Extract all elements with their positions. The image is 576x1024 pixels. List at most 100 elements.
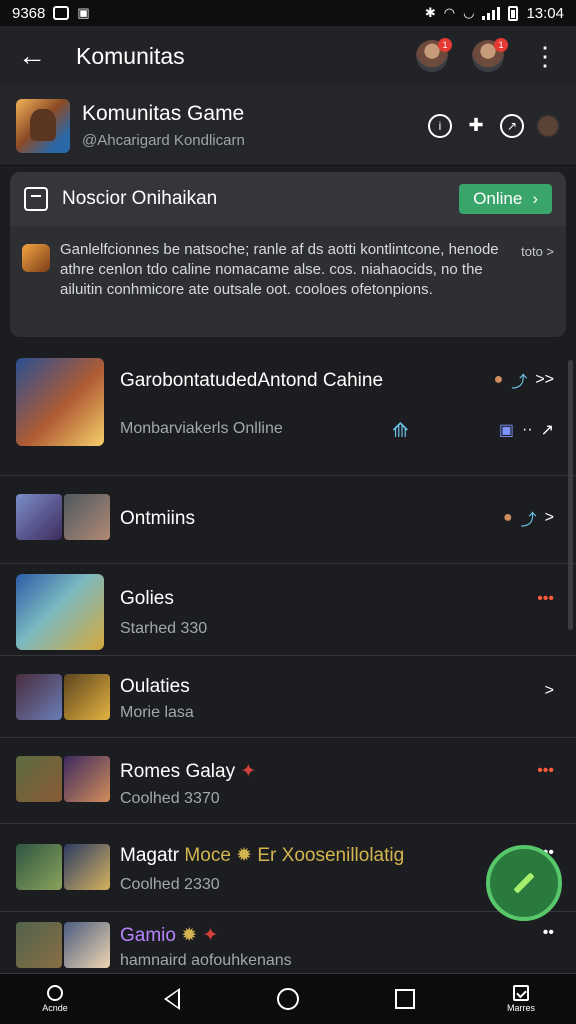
online-button-label: Online bbox=[473, 189, 523, 208]
tag-icon: ⟰ bbox=[392, 420, 409, 442]
list-item-title-suffix: Er Xoosenillolatig bbox=[257, 845, 405, 866]
list-item-title: Magatr Moce ✹ Er Xoosenillolatig bbox=[120, 844, 404, 867]
list-action-top[interactable]: >> bbox=[535, 371, 554, 389]
compose-button[interactable] bbox=[486, 845, 562, 921]
list-item[interactable]: Golies Starhed 330 ••• bbox=[0, 564, 576, 656]
bottom-nav: Acnde Marres bbox=[0, 974, 576, 1024]
battery-icon bbox=[508, 5, 519, 21]
list-thumb bbox=[16, 358, 104, 446]
notice-card: Noscior Onihaikan Online › Ganlelfcionne… bbox=[10, 172, 566, 337]
signal-icon bbox=[482, 6, 501, 20]
app-bar-actions: 1 1 ⋮ bbox=[416, 38, 558, 72]
share-icon[interactable]: ✚ bbox=[464, 114, 488, 138]
list-item-actions: ••• bbox=[537, 762, 554, 780]
list-action-top[interactable]: •• bbox=[543, 924, 554, 942]
list-action-top[interactable]: ••• bbox=[537, 590, 554, 608]
list-item-subtitle: Coolhed 2330 bbox=[120, 876, 220, 893]
notification-badge-1: 1 bbox=[438, 38, 452, 52]
list-item[interactable]: GarobontatudedAntond Cahine Monbarviaker… bbox=[0, 346, 576, 476]
list-item-actions: > bbox=[545, 682, 554, 700]
list-thumb bbox=[16, 574, 104, 650]
share-icon: ⤴ bbox=[520, 512, 537, 529]
status-time: 13:04 bbox=[526, 4, 564, 22]
maple-icon: ✦ bbox=[202, 925, 219, 946]
list-action-top[interactable]: ••• bbox=[537, 762, 554, 780]
mask-icon: ● bbox=[493, 371, 504, 388]
check-icon bbox=[513, 985, 529, 1001]
community-avatar bbox=[16, 98, 70, 153]
notice-icon bbox=[24, 187, 48, 211]
list-item-subtitle: Coolhed 3370 bbox=[120, 790, 220, 807]
wifi-strength-icon: ◡ bbox=[463, 5, 475, 20]
list-item-title: Ontmiins bbox=[120, 508, 195, 529]
star-icon: ✹ bbox=[236, 845, 253, 866]
mask-icon: ● bbox=[502, 509, 513, 526]
list-item-subtitle: Morie lasa bbox=[120, 704, 194, 721]
list-item-subtitle: Starhed 330 bbox=[120, 620, 208, 637]
notice-title: Noscior Onihaikan bbox=[62, 188, 218, 209]
more-options-icon[interactable]: ⋮ bbox=[532, 43, 558, 69]
list-thumb bbox=[64, 756, 110, 802]
app-bar: ← Komunitas 1 1 ⋮ bbox=[0, 26, 576, 86]
status-left-text: 9368 bbox=[12, 4, 46, 22]
nav-recent-button[interactable] bbox=[370, 979, 440, 1019]
nav-home-button[interactable]: Acnde bbox=[20, 979, 90, 1019]
list-item-title: Gamio ✹ ✦ bbox=[120, 924, 218, 947]
nav-right-label: Marres bbox=[506, 1003, 535, 1013]
notice-header: Noscior Onihaikan Online › bbox=[10, 172, 566, 226]
list-item-title: Romes Galay ✦ bbox=[120, 760, 256, 783]
list-action-top[interactable]: > bbox=[545, 682, 554, 700]
list-thumb bbox=[64, 922, 110, 968]
nav-back-button[interactable] bbox=[137, 979, 207, 1019]
compass-icon[interactable]: ↗ bbox=[500, 113, 524, 138]
list-item-subtitle: Monbarviakerls Onlline bbox=[120, 420, 283, 437]
community-actions: i ✚ ↗ bbox=[428, 113, 560, 138]
nav-center-button[interactable] bbox=[253, 979, 323, 1019]
bluetooth-icon: ✱ bbox=[424, 5, 436, 20]
list-thumb bbox=[16, 756, 62, 802]
notification-avatar-2[interactable]: 1 bbox=[472, 38, 508, 72]
list-thumb bbox=[64, 844, 110, 890]
status-bar: 9368 ▣ ✱ ◠ ◡ 13:04 bbox=[0, 0, 576, 26]
info-icon[interactable]: i bbox=[428, 113, 452, 138]
chat-icon: ▣ bbox=[498, 422, 514, 439]
community-text: Komunitas Game @Ahcarigard Kondlicarn bbox=[82, 102, 428, 149]
community-header: Komunitas Game @Ahcarigard Kondlicarn i … bbox=[0, 86, 576, 166]
list-item[interactable]: Oulaties Morie lasa > bbox=[0, 656, 576, 738]
list-action-bottom[interactable]: ·· bbox=[522, 421, 533, 439]
scrollbar[interactable] bbox=[568, 360, 573, 630]
back-arrow-icon[interactable]: ← bbox=[18, 40, 58, 72]
online-button[interactable]: Online › bbox=[459, 184, 552, 214]
recents-icon bbox=[394, 989, 415, 1009]
star-icon: ✹ bbox=[181, 925, 198, 946]
square-icon bbox=[53, 6, 70, 20]
status-left: 9368 ▣ bbox=[12, 5, 90, 22]
list-item-actions: ••• bbox=[537, 590, 554, 608]
list-item[interactable]: Ontmiins ● ⤴ > bbox=[0, 476, 576, 564]
list-item-title: Golies bbox=[120, 588, 174, 609]
nav-right-button[interactable]: Marres bbox=[486, 979, 556, 1019]
notice-more[interactable]: toto > bbox=[521, 244, 554, 300]
share-icon: ⤴ bbox=[511, 374, 528, 391]
list-item[interactable]: Gamio ✹ ✦ hamnaird aofouhkenans •• bbox=[0, 912, 576, 974]
list-thumb bbox=[16, 922, 62, 968]
notification-avatar-1[interactable]: 1 bbox=[416, 38, 452, 72]
profile-dot-icon[interactable] bbox=[536, 113, 560, 138]
list-thumb bbox=[64, 674, 110, 720]
list-action-top[interactable]: > bbox=[545, 509, 554, 527]
list-thumb bbox=[16, 844, 62, 890]
list-item[interactable]: Romes Galay ✦ Coolhed 3370 ••• bbox=[0, 738, 576, 824]
list-item-title-text: Romes Galay bbox=[120, 761, 236, 782]
list-item-actions: •• bbox=[543, 924, 554, 942]
list-thumb bbox=[16, 494, 62, 540]
notification-badge-2: 1 bbox=[494, 38, 508, 52]
list-item-actions: ● ⤴ >> bbox=[494, 368, 554, 392]
list-item-title-gold: Moce bbox=[184, 845, 231, 866]
community-handle: @Ahcarigard Kondlicarn bbox=[82, 132, 245, 149]
home-icon bbox=[47, 985, 63, 1001]
notice-text: Ganlelfcionnes be natsoche; ranle af ds … bbox=[60, 241, 499, 298]
list-item-actions: ● ⤴ > bbox=[503, 506, 554, 530]
list-item-secondary: ▣ ·· ↗ bbox=[499, 420, 554, 440]
nav-left-label: Acnde bbox=[42, 1003, 68, 1013]
center-icon bbox=[277, 988, 299, 1010]
